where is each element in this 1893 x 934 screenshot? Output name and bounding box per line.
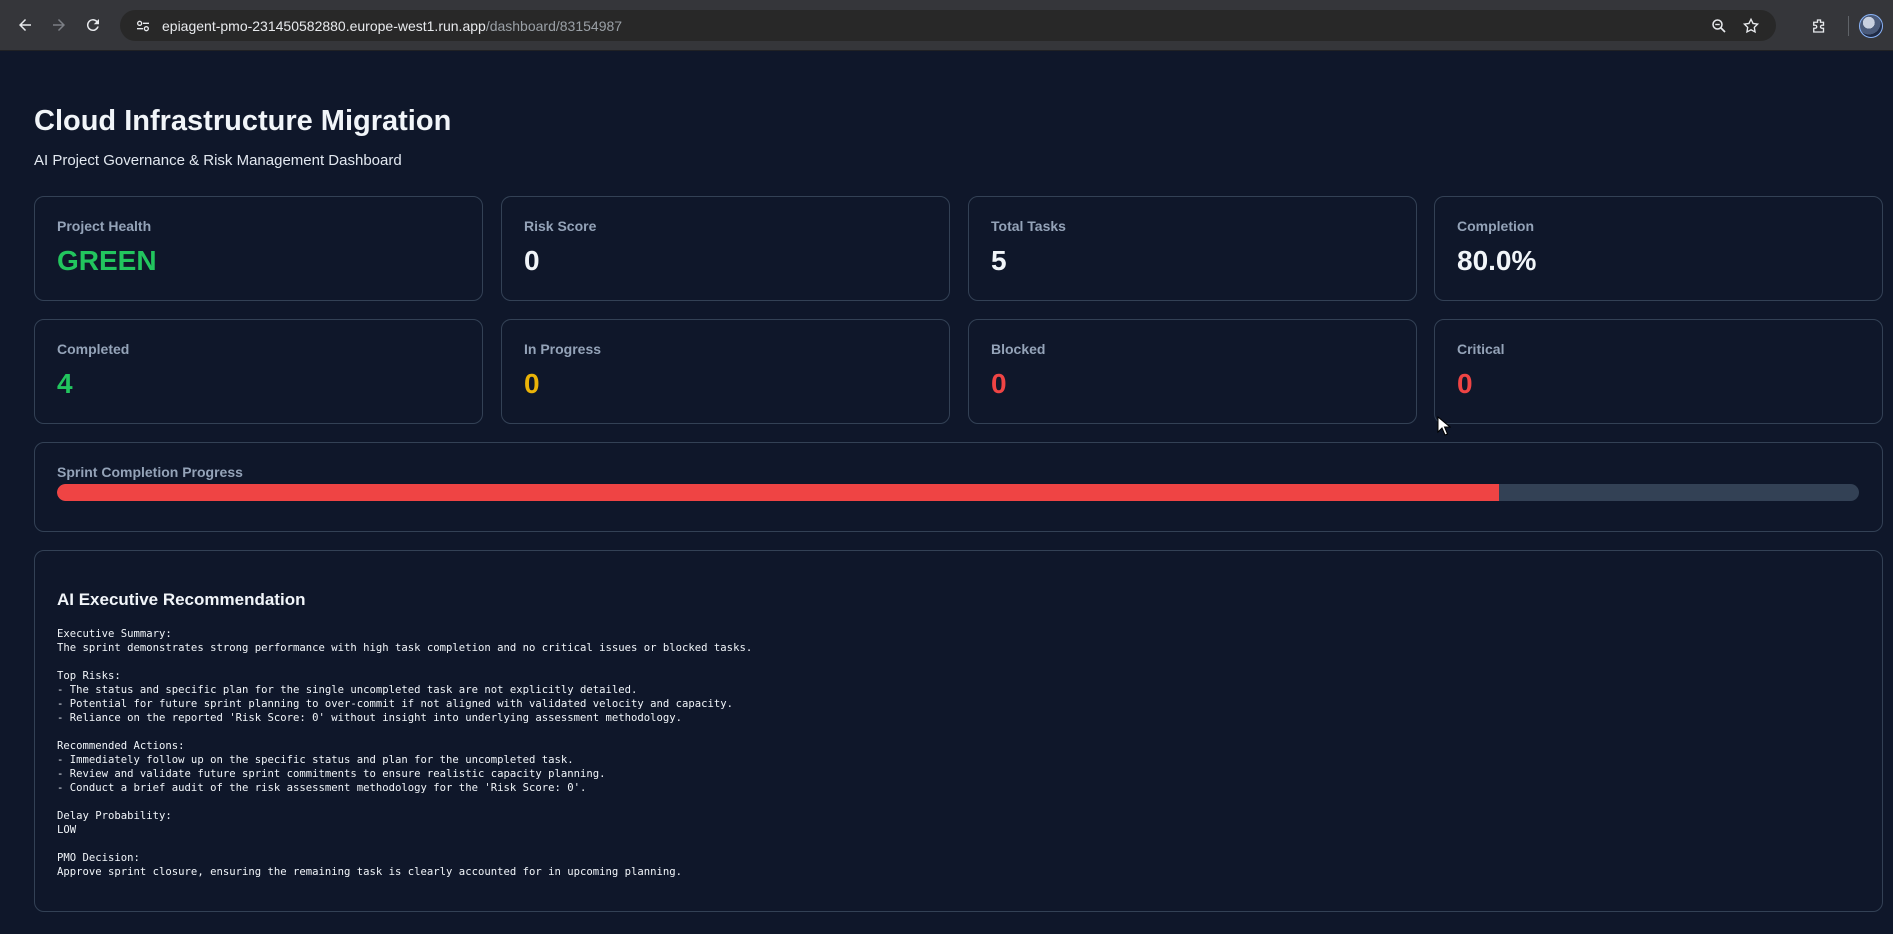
metric-value-completion: 80.0%: [1457, 245, 1537, 276]
status-label: Completed: [57, 341, 130, 357]
extensions-icon: [1813, 18, 1825, 33]
sprint-progress-card: Sprint Completion Progress: [34, 442, 1883, 532]
status-card-completed: Completed 4: [34, 319, 483, 424]
metric-card-total-tasks: Total Tasks 5: [968, 196, 1417, 301]
progress-track: [57, 484, 1859, 501]
metric-card-project-health: Project Health GREEN: [34, 196, 483, 301]
back-button[interactable]: [10, 10, 40, 40]
status-value-critical: 0: [1457, 368, 1473, 399]
address-bar-actions: [1704, 10, 1768, 41]
metric-label: Total Tasks: [991, 218, 1066, 234]
browser-toolbar: epiagent-pmo-231450582880.europe-west1.r…: [0, 0, 1893, 50]
url-host: epiagent-pmo-231450582880.europe-west1.r…: [162, 17, 486, 34]
status-value-blocked: 0: [991, 368, 1007, 399]
mouse-cursor-icon: [1437, 416, 1451, 436]
recommendation-title: AI Executive Recommendation: [57, 590, 306, 609]
status-value-completed: 4: [57, 368, 73, 399]
recommendation-body: Executive Summary: The sprint demonstrat…: [57, 628, 753, 878]
reload-icon: [86, 19, 99, 32]
extensions-button[interactable]: [1804, 11, 1834, 41]
zoom-button[interactable]: [1704, 11, 1734, 41]
status-card-blocked: Blocked 0: [968, 319, 1417, 424]
forward-icon: [53, 19, 65, 31]
page-title: Cloud Infrastructure Migration: [34, 105, 452, 137]
progress-label: Sprint Completion Progress: [57, 464, 243, 480]
metric-label: Project Health: [57, 218, 152, 234]
address-bar[interactable]: epiagent-pmo-231450582880.europe-west1.r…: [120, 10, 1776, 41]
progress-fill: [57, 484, 1499, 501]
nav-buttons: [10, 10, 112, 40]
url-path: /dashboard/83154987: [485, 17, 623, 34]
ai-recommendation-card: AI Executive Recommendation Executive Su…: [34, 550, 1883, 912]
url-text[interactable]: epiagent-pmo-231450582880.europe-west1.r…: [162, 18, 622, 34]
metric-value-risk-score: 0: [524, 245, 540, 276]
page-subtitle: AI Project Governance & Risk Management …: [34, 152, 402, 169]
metric-label: Completion: [1457, 218, 1534, 234]
toolbar-right: [1804, 10, 1883, 41]
status-label: Critical: [1457, 341, 1505, 357]
site-info-icon: [137, 20, 149, 31]
profile-avatar[interactable]: [1859, 13, 1883, 38]
status-label: Blocked: [991, 341, 1046, 357]
metric-card-risk-score: Risk Score 0: [501, 196, 950, 301]
reload-button[interactable]: [78, 10, 108, 40]
bookmark-button[interactable]: [1736, 11, 1766, 41]
metric-value-total-tasks: 5: [991, 245, 1007, 276]
status-value-in-progress: 0: [524, 368, 540, 399]
site-info-button[interactable]: [128, 11, 158, 41]
status-card-in-progress: In Progress 0: [501, 319, 950, 424]
toolbar-divider: [1848, 15, 1849, 36]
bookmark-star-icon: [1742, 17, 1760, 33]
forward-button[interactable]: [44, 10, 74, 40]
metric-label: Risk Score: [524, 218, 597, 234]
metric-card-completion: Completion 80.0%: [1434, 196, 1883, 301]
metric-value-project-health: GREEN: [57, 245, 157, 276]
back-icon: [19, 19, 31, 31]
status-label: In Progress: [524, 341, 602, 357]
zoom-icon: [1712, 18, 1726, 33]
status-card-critical: Critical 0: [1434, 319, 1883, 424]
